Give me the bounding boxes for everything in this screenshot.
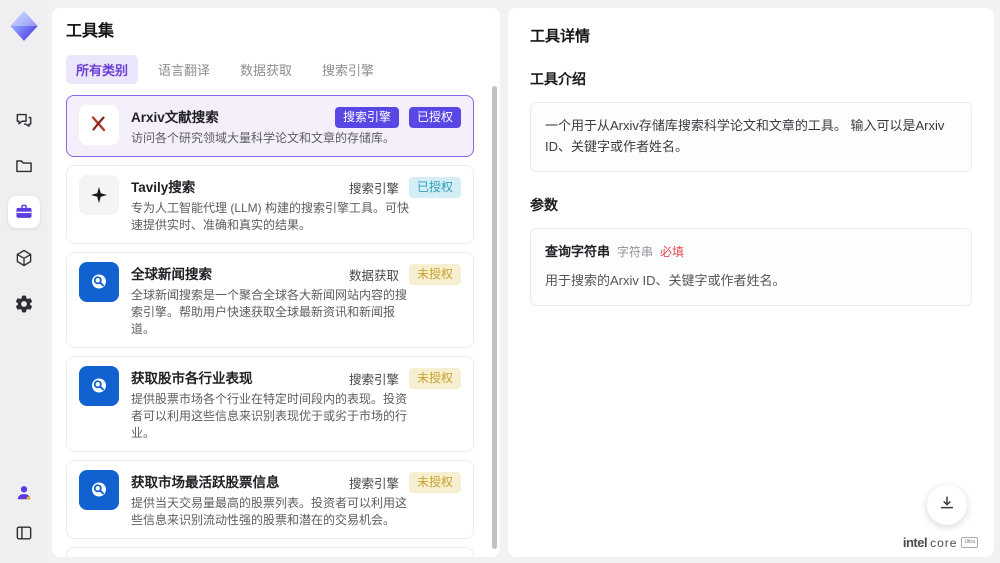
intro-heading: 工具介绍	[530, 71, 586, 87]
tool-card-regional-news[interactable]: 万维地区新闻查询 查询具体行政区划内的新闻，快速了解各地新闻动 搜索引擎 未授权	[66, 547, 474, 557]
folder-icon[interactable]	[8, 150, 40, 182]
param-description: 用于搜索的Arxiv ID、关键字或作者姓名。	[545, 273, 786, 289]
tool-description: 提供股票市场各个行业在特定时间段内的表现。投资者可以利用这些信息来识别表现优于或…	[131, 392, 408, 441]
rail-bottom	[8, 477, 40, 549]
tool-badges: 数据获取 未授权	[348, 264, 461, 286]
page-title: 工具集	[66, 23, 115, 40]
download-icon	[937, 493, 957, 518]
category-label: 搜索引擎	[348, 373, 399, 388]
tool-card-sector-performance[interactable]: 获取股市各行业表现 提供股票市场各个行业在特定时间段内的表现。投资者可以利用这些…	[66, 356, 474, 453]
arxiv-icon	[79, 105, 119, 145]
params-heading: 参数	[530, 196, 558, 213]
panel-toggle-icon[interactable]	[8, 517, 40, 549]
tool-card-tavily[interactable]: Tavily搜索 专为人工智能代理 (LLM) 构建的搜索引擎工具。可快速提供实…	[66, 165, 474, 245]
auth-badge: 未授权	[408, 368, 461, 390]
category-label: 数据获取	[348, 269, 399, 284]
auth-badge: 未授权	[408, 264, 461, 286]
intel-wordmark: intel	[902, 535, 928, 550]
tool-description: 提供当天交易量最高的股票列表。投资者可以利用这些信息来识别流动性强的股票和潜在的…	[131, 496, 408, 528]
briefcase-icon[interactable]	[8, 196, 40, 228]
toolset-panel: 工具集 所有类别 语言翻译 数据获取 搜索引擎 Arxiv文献搜索 访问各个研究…	[52, 8, 500, 557]
tool-card-global-news[interactable]: 全球新闻搜索 全球新闻搜索是一个聚合全球各大新闻网站内容的搜索引擎。帮助用户快速…	[66, 252, 474, 349]
tab-data-acquisition[interactable]: 数据获取	[230, 55, 302, 84]
category-label: 搜索引擎	[348, 477, 399, 492]
news-search-icon	[79, 262, 119, 303]
category-badge: 搜索引擎	[334, 107, 399, 128]
intro-text: 一个用于从Arxiv存储库搜索科学论文和文章的工具。 输入可以是Arxiv ID…	[545, 118, 945, 154]
tool-card-active-stocks[interactable]: 获取市场最活跃股票信息 提供当天交易量最高的股票列表。投资者可以利用这些信息来识…	[66, 460, 474, 540]
tool-badges: 搜索引擎 未授权	[348, 472, 461, 494]
core-wordmark: core	[930, 535, 958, 550]
intel-ultra-badge: Ultra	[961, 537, 978, 548]
user-icon[interactable]	[8, 477, 40, 509]
auth-badge: 未授权	[408, 472, 461, 494]
tool-badges: 搜索引擎 已授权	[348, 177, 461, 199]
tool-badges: 搜索引擎 已授权	[334, 107, 461, 128]
app-logo-icon	[8, 10, 40, 42]
tool-detail-panel: 工具详情 工具介绍 一个用于从Arxiv存储库搜索科学论文和文章的工具。 输入可…	[508, 8, 994, 557]
tool-description: 专为人工智能代理 (LLM) 构建的搜索引擎工具。可快速提供实时、准确和真实的结…	[131, 201, 410, 233]
download-button[interactable]	[927, 485, 967, 525]
param-box: 查询字符串 字符串 必填 用于搜索的Arxiv ID、关键字或作者姓名。	[530, 227, 972, 307]
param-type: 字符串	[617, 244, 654, 259]
intro-box: 一个用于从Arxiv存储库搜索科学论文和文章的工具。 输入可以是Arxiv ID…	[530, 102, 972, 172]
tab-all-categories[interactable]: 所有类别	[66, 55, 139, 84]
param-name: 查询字符串	[545, 243, 611, 259]
market-search-icon	[79, 366, 119, 407]
rail-nav	[8, 104, 40, 320]
tool-list: Arxiv文献搜索 访问各个研究领域大量科学论文和文章的存储库。 搜索引擎 已授…	[66, 95, 486, 557]
tab-search-engine[interactable]: 搜索引擎	[312, 55, 384, 84]
tool-card-arxiv[interactable]: Arxiv文献搜索 访问各个研究领域大量科学论文和文章的存储库。 搜索引擎 已授…	[66, 95, 474, 158]
category-tabs: 所有类别 语言翻译 数据获取 搜索引擎	[66, 55, 486, 84]
list-scrollbar[interactable]	[492, 86, 497, 549]
tool-description: 访问各个研究领域大量科学论文和文章的存储库。	[131, 131, 396, 145]
category-label: 搜索引擎	[348, 182, 399, 197]
param-head: 查询字符串 字符串 必填	[545, 242, 957, 263]
tool-description: 全球新闻搜索是一个聚合全球各大新闻网站内容的搜索引擎。帮助用户快速获取全球最新资…	[131, 288, 408, 337]
star-icon	[79, 175, 119, 216]
tool-badges: 搜索引擎 未授权	[348, 368, 461, 390]
market-search-icon	[79, 470, 119, 511]
intel-core-logo: intel core Ultra	[903, 535, 978, 550]
tab-language-translation[interactable]: 语言翻译	[148, 55, 220, 84]
detail-title: 工具详情	[530, 28, 591, 45]
param-required-badge: 必填	[660, 244, 685, 259]
chat-icon[interactable]	[8, 104, 40, 136]
auth-badge: 已授权	[408, 177, 461, 199]
auth-badge: 已授权	[408, 107, 461, 128]
cube-icon[interactable]	[8, 242, 40, 274]
gear-icon[interactable]	[8, 288, 40, 320]
icon-rail	[0, 0, 48, 563]
